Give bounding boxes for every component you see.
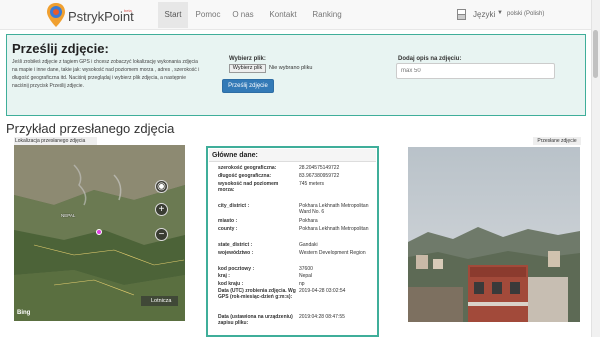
map-country-label: NEPAL	[61, 213, 76, 218]
bing-logo: Bing	[17, 310, 31, 316]
info-value: 745 meters	[299, 181, 325, 187]
nav-ranking[interactable]: Ranking	[306, 2, 348, 28]
location-map[interactable]: Lotnicza NEPAL ◉ + − Bing	[14, 145, 185, 321]
info-key: city_district :	[218, 203, 250, 209]
info-key: Data (UTC) zrobienia zdjęcia. Wg GPS (ro…	[218, 288, 296, 300]
info-value: Pokhara Lekhnath Metropolitan Ward No. 6	[299, 203, 369, 215]
info-value: 28.204575149722	[299, 165, 340, 171]
zoom-out-button[interactable]: −	[155, 228, 168, 241]
upload-photo-button[interactable]: Prześlij zdjęcie	[222, 79, 274, 93]
info-value: Gandaki	[299, 242, 318, 248]
locate-icon[interactable]: ◉	[155, 180, 168, 193]
description-label: Dodaj opis na zdjęciu:	[398, 56, 462, 62]
info-key: state_district :	[218, 242, 253, 248]
upload-title: Prześlij zdjęcie:	[12, 41, 109, 56]
photo-label: Przesłane zdjęcie	[533, 137, 581, 145]
caret-down-icon[interactable]: ▼	[497, 10, 503, 16]
info-value: 37600	[299, 266, 313, 272]
info-key: szerokość geograficzna:	[218, 165, 277, 171]
info-key: Data (ustawiona na urządzeniu) zapisu pl…	[218, 314, 293, 326]
info-key: województwo :	[218, 250, 254, 256]
choose-file-button[interactable]: Wybierz plik	[229, 64, 266, 73]
info-key: długość geograficzna:	[218, 173, 272, 179]
photo-image	[408, 147, 580, 322]
info-key: kod kraju :	[218, 281, 244, 287]
info-value: Nepal	[299, 273, 313, 279]
section-title: Przykład przesłanego zdjęcia	[6, 121, 175, 136]
upload-description: Jeśli zrobiłeś zdjęcie z tagiem GPS i ch…	[12, 59, 200, 89]
map-label: Lokalizacja przesłanego zdjęcia	[14, 137, 97, 145]
file-status: Nie wybrano pliku	[269, 65, 313, 71]
info-value: 83.967380959722	[299, 173, 340, 179]
info-key: kod pocztowy :	[218, 266, 255, 272]
info-title: Główne dane:	[209, 149, 376, 162]
info-value: Pokhara Lekhnath Metropolitan	[299, 226, 369, 232]
info-key: county :	[218, 226, 238, 232]
uploaded-photo[interactable]	[408, 147, 580, 322]
nav-o-nas[interactable]: O nas	[228, 2, 258, 28]
zoom-in-button[interactable]: +	[155, 203, 168, 216]
file-label: Wybierz plik:	[229, 56, 266, 62]
map-location-marker[interactable]	[96, 229, 102, 235]
info-value: Pokhara	[299, 218, 318, 224]
info-key: kraj :	[218, 273, 230, 279]
scrollbar-thumb[interactable]	[593, 30, 598, 78]
nav-kontakt[interactable]: Kontakt	[264, 2, 302, 28]
info-value: Western Development Region	[299, 250, 366, 256]
beta-badge: beta	[124, 8, 132, 13]
language-current: polski (Polish)	[507, 11, 545, 17]
language-menu[interactable]: Języki	[473, 10, 495, 19]
map-layer-toggle[interactable]: Lotnicza	[141, 296, 178, 306]
nav-pomoc[interactable]: Pomoc	[191, 2, 225, 28]
language-icon[interactable]	[457, 9, 466, 20]
info-value: 2019-04-28 03:02:54	[299, 288, 346, 294]
info-key: miasto :	[218, 218, 238, 224]
logo-pin-icon[interactable]	[44, 2, 68, 28]
nav-start[interactable]: Start	[158, 2, 188, 28]
description-input[interactable]	[396, 63, 555, 79]
info-value: np	[299, 281, 305, 287]
info-value: 2019:04:28 08:47:55	[299, 314, 345, 320]
info-key: wysokość nad poziomem morza:	[218, 181, 279, 193]
